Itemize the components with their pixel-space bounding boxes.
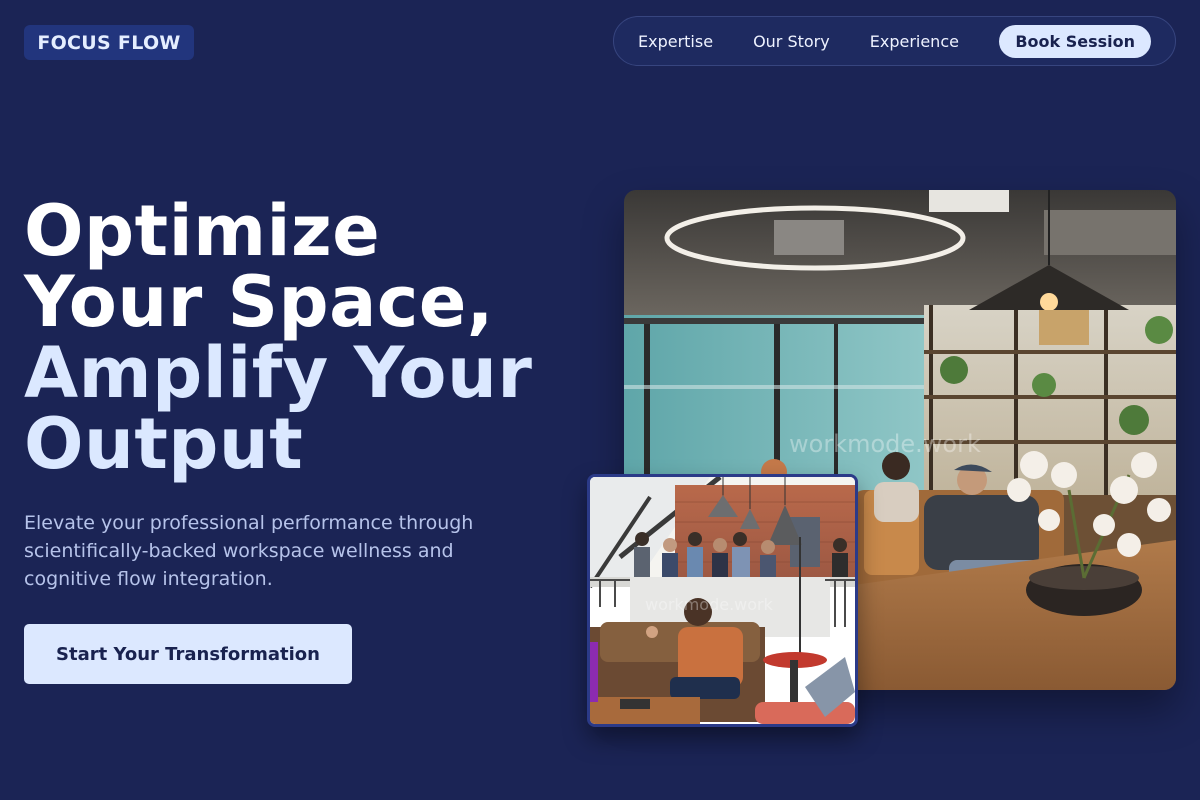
meeting-space-photo: workmode.work [587,474,858,727]
top-nav: Expertise Our Story Experience Book Sess… [613,16,1176,66]
main-photo-watermark: workmode.work [789,430,981,458]
hero-headline: Optimize Your Space, Amplify Your Output [24,196,532,480]
hero-subtext: Elevate your professional performance th… [24,512,474,590]
headline-line-2: Your Space, [24,261,494,343]
headline-line-3: Amplify Your [24,332,533,414]
start-transformation-button[interactable]: Start Your Transformation [24,624,352,684]
start-transformation-label: Start Your Transformation [56,643,320,665]
nav-link-our-story[interactable]: Our Story [753,32,830,51]
headline-line-1: Optimize [24,190,381,272]
brand-logo[interactable]: FOCUS FLOW [24,25,194,60]
nav-link-expertise[interactable]: Expertise [638,32,713,51]
headline-line-4: Output [24,403,304,485]
small-photo-watermark: workmode.work [645,595,773,614]
nav-link-experience[interactable]: Experience [870,32,959,51]
brand-logo-text: FOCUS FLOW [37,31,181,54]
book-session-button[interactable]: Book Session [999,25,1151,58]
landing-page: FOCUS FLOW Expertise Our Story Experienc… [0,0,1200,800]
